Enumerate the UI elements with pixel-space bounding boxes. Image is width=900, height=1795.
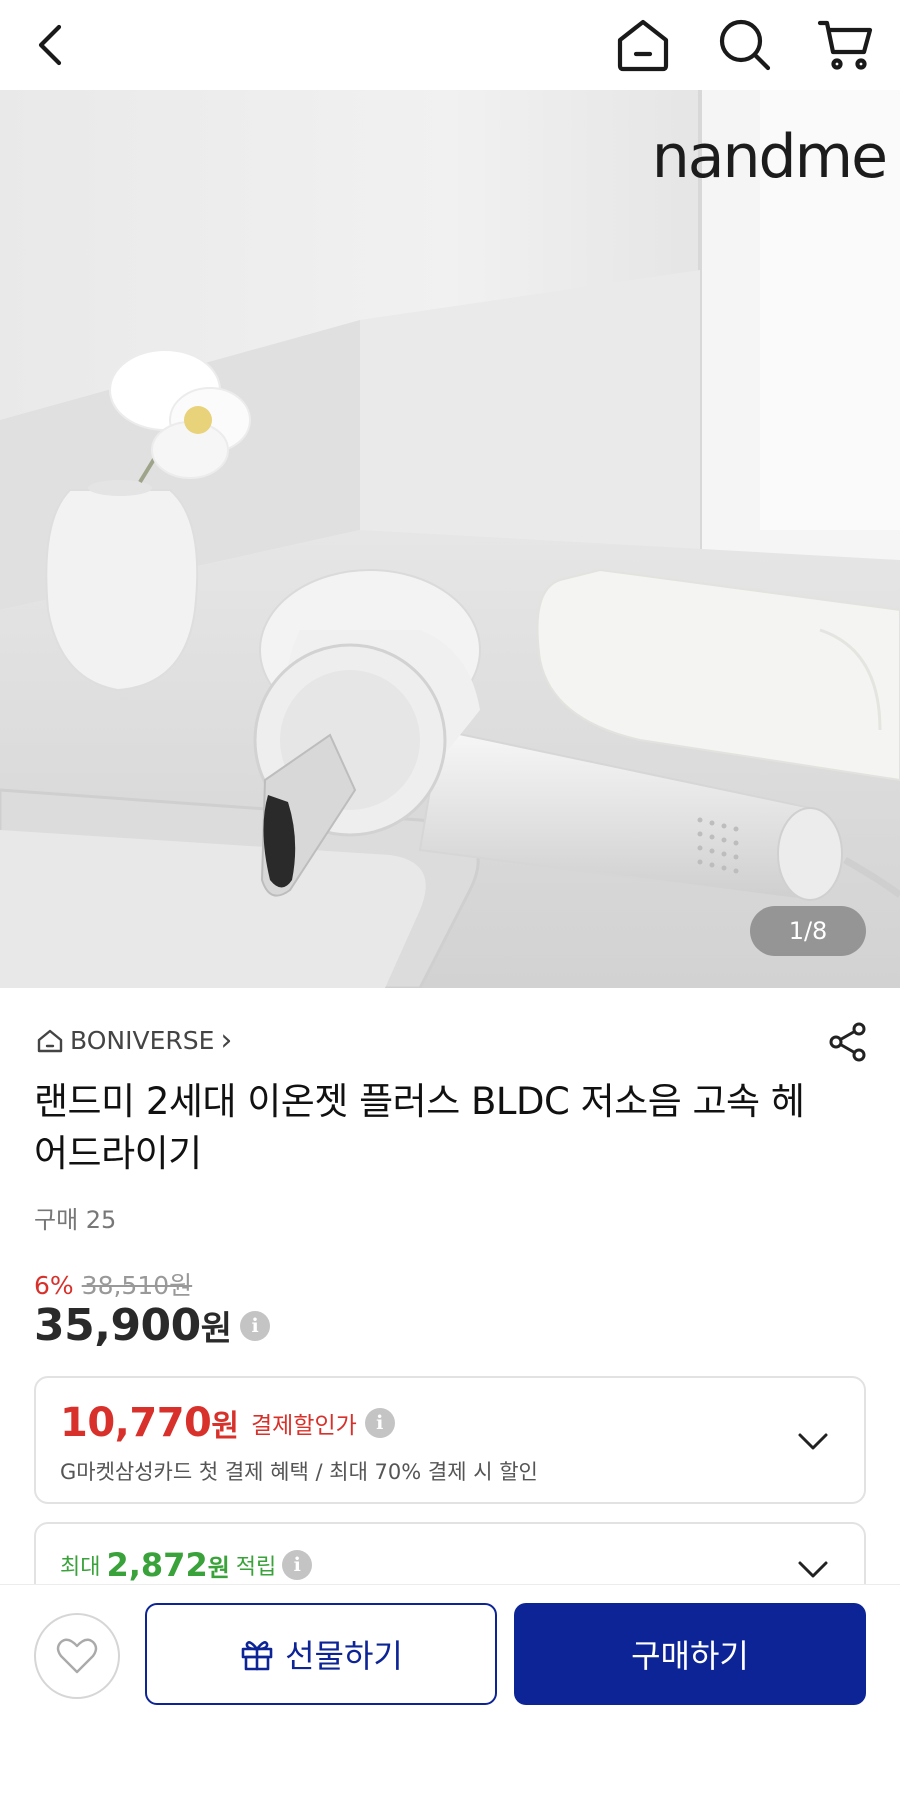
discount-line: 6% 38,510원 [34, 1266, 192, 1302]
gift-icon [241, 1641, 273, 1671]
image-page-indicator: 1/8 [750, 906, 866, 956]
chevron-right-icon: › [220, 1022, 233, 1058]
share-icon [829, 1022, 866, 1062]
reward-prefix: 최대 [60, 1555, 101, 1580]
seller-name: BONIVERSE [70, 1026, 215, 1055]
price-info-icon[interactable]: i [240, 1310, 271, 1341]
search-button[interactable] [712, 12, 778, 78]
sale-price: 35,900 [34, 1300, 201, 1351]
chevron-down-icon[interactable] [796, 1424, 830, 1458]
top-navigation-bar [0, 0, 900, 90]
gift-button[interactable]: 선물하기 [145, 1603, 497, 1705]
payment-discount-amount: 10,770 [60, 1400, 212, 1446]
payment-discount-card[interactable]: 10,770 원 결제할인가 i G마켓삼성카드 첫 결제 혜택 / 최대 70%… [34, 1376, 866, 1504]
reward-amount: 2,872 [106, 1546, 208, 1584]
reward-info-icon[interactable]: i [282, 1550, 313, 1580]
home-button[interactable] [610, 12, 676, 78]
search-icon [719, 19, 771, 71]
payment-discount-unit: 원 [211, 1409, 239, 1444]
home-icon [617, 19, 669, 72]
reward-label: 적립 [235, 1555, 277, 1580]
product-title: 랜드미 2세대 이온젯 플러스 BLDC 저소음 고속 헤어드라이기 [34, 1080, 805, 1175]
buy-button-label: 구매하기 [631, 1637, 749, 1675]
original-price: 38,510원 [81, 1271, 193, 1300]
bottom-action-bar: 선물하기 구매하기 [0, 1584, 900, 1795]
store-icon [37, 1029, 63, 1052]
sale-price-unit: 원 [200, 1309, 233, 1349]
back-button[interactable] [18, 12, 84, 78]
product-image-gallery[interactable]: nandme 1/8 [0, 90, 900, 988]
back-icon [38, 24, 62, 66]
heart-icon [56, 1638, 98, 1674]
purchase-count: 구매 25 [34, 1206, 117, 1234]
payment-discount-description: G마켓삼성카드 첫 결제 혜택 / 최대 70% 결제 시 할인 [60, 1460, 538, 1484]
payment-discount-row: 10,770 원 결제할인가 i [60, 1400, 395, 1446]
brand-logo: nandme [651, 122, 888, 192]
wishlist-button[interactable] [34, 1613, 120, 1699]
seller-link[interactable]: BONIVERSE › [36, 1022, 233, 1058]
cart-button[interactable] [812, 12, 878, 78]
cart-icon [817, 20, 873, 70]
payment-discount-info-icon[interactable]: i [364, 1408, 395, 1438]
reward-unit: 원 [207, 1553, 230, 1582]
product-photo [0, 90, 900, 988]
price-line: 35,900 원 i [34, 1300, 271, 1351]
discount-rate: 6% [34, 1271, 74, 1300]
chevron-down-icon[interactable] [796, 1552, 830, 1586]
gift-button-label: 선물하기 [285, 1637, 403, 1675]
payment-discount-label: 결제할인가 [250, 1413, 357, 1439]
share-button[interactable] [822, 1016, 874, 1068]
buy-button[interactable]: 구매하기 [514, 1603, 866, 1705]
reward-row: 최대 2,872 원 적립 i [60, 1546, 313, 1584]
